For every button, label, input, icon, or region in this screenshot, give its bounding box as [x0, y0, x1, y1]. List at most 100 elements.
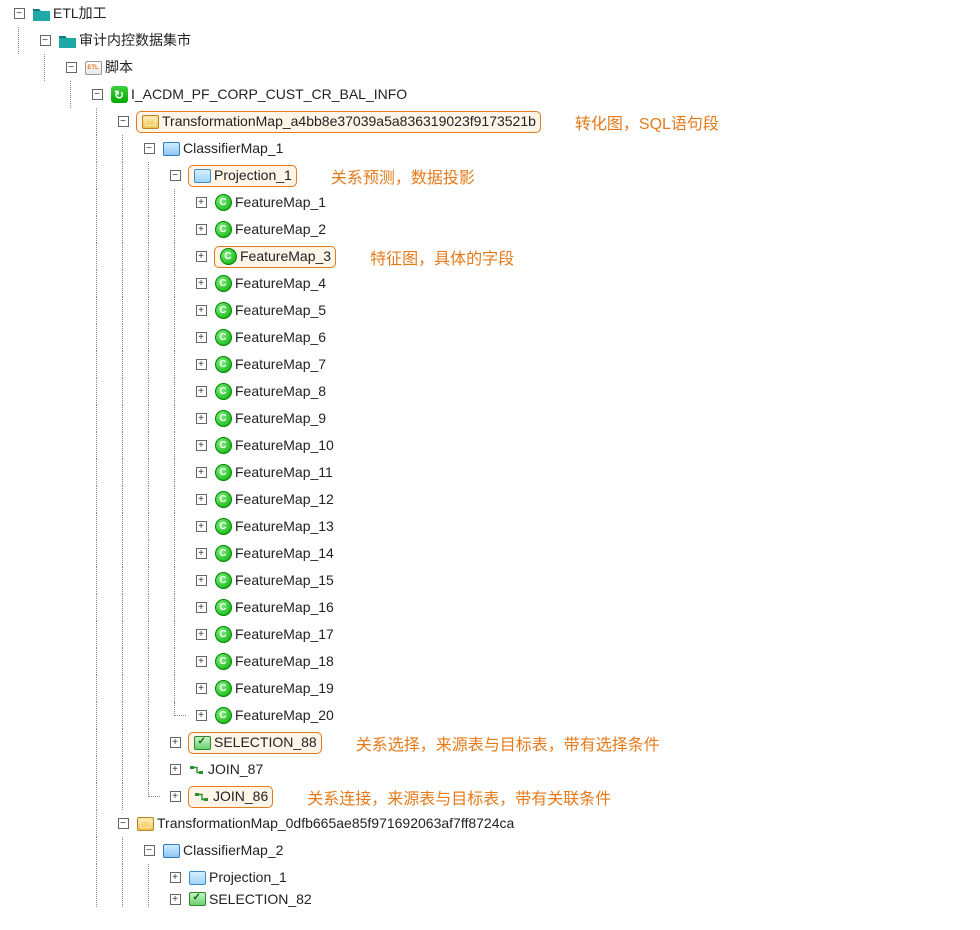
node-label: FeatureMap_2	[235, 216, 326, 243]
expand-toggle[interactable]: +	[188, 189, 214, 216]
collapse-toggle[interactable]: −	[136, 837, 162, 864]
projection-icon	[193, 167, 211, 185]
expand-toggle[interactable]: +	[188, 378, 214, 405]
expand-toggle[interactable]: +	[188, 243, 214, 270]
tree-node-sel82[interactable]: + SELECTION_82	[6, 891, 980, 907]
collapse-toggle[interactable]: −	[110, 108, 136, 135]
folder-icon	[32, 5, 50, 23]
tree-node-cm2[interactable]: − ClassifierMap_2	[6, 837, 980, 864]
annotation-text: 特征图，具体的字段	[370, 245, 514, 269]
expand-toggle[interactable]: +	[188, 567, 214, 594]
tree-node-featuremap[interactable]: +CFeatureMap_11	[6, 459, 980, 486]
expand-toggle[interactable]: +	[162, 783, 188, 810]
annotation-text: 关系连接，来源表与目标表，带有关联条件	[307, 785, 611, 809]
tree-node-featuremap[interactable]: +CFeatureMap_9	[6, 405, 980, 432]
join-icon	[193, 790, 210, 804]
tree-node-featuremap[interactable]: +CFeatureMap_15	[6, 567, 980, 594]
node-label: TransformationMap_a4bb8e37039a5a83631902…	[162, 108, 536, 135]
expand-toggle[interactable]: +	[162, 891, 188, 907]
tree-node-featuremap[interactable]: +CFeatureMap_19	[6, 675, 980, 702]
node-label: FeatureMap_9	[235, 405, 326, 432]
feature-map-icon: C	[214, 383, 232, 401]
tree-node-l3[interactable]: − I_ACDM_PF_CORP_CUST_CR_BAL_INFO	[6, 81, 980, 108]
node-label: Projection_1	[214, 162, 292, 189]
tree-node-root[interactable]: − ETL加工	[6, 0, 980, 27]
tree-node-featuremap[interactable]: +CFeatureMap_5	[6, 297, 980, 324]
feature-map-icon: C	[214, 599, 232, 617]
node-label: SELECTION_88	[214, 729, 317, 756]
expand-toggle[interactable]: +	[188, 351, 214, 378]
annotation-text: 转化图，SQL语句段	[575, 110, 719, 134]
node-label: FeatureMap_16	[235, 594, 334, 621]
collapse-toggle[interactable]: −	[162, 162, 188, 189]
tree-node-featuremap[interactable]: +CFeatureMap_6	[6, 324, 980, 351]
tree-node-featuremap[interactable]: +CFeatureMap_20	[6, 702, 980, 729]
node-label: FeatureMap_12	[235, 486, 334, 513]
collapse-toggle[interactable]: −	[32, 27, 58, 54]
tree-node-join87[interactable]: + JOIN_87	[6, 756, 980, 783]
tree-node-l2[interactable]: − ETL 脚本	[6, 54, 980, 81]
tree-node-featuremap[interactable]: +CFeatureMap_8	[6, 378, 980, 405]
highlighted-node: TransformationMap_a4bb8e37039a5a83631902…	[136, 111, 541, 133]
feature-map-icon: C	[214, 491, 232, 509]
node-label: TransformationMap_0dfb665ae85f971692063a…	[157, 810, 514, 837]
tree-node-featuremap[interactable]: +CFeatureMap_13	[6, 513, 980, 540]
tree-node-tm2[interactable]: − TransformationMap_0dfb665ae85f97169206…	[6, 810, 980, 837]
node-label: FeatureMap_19	[235, 675, 334, 702]
projection-icon	[188, 869, 206, 887]
expand-toggle[interactable]: +	[162, 756, 188, 783]
tree-node-pj1[interactable]: − Projection_1 关系预测，数据投影	[6, 162, 980, 189]
tree-node-tm1[interactable]: − TransformationMap_a4bb8e37039a5a836319…	[6, 108, 980, 135]
tree-node-featuremap[interactable]: +CFeatureMap_14	[6, 540, 980, 567]
expand-toggle[interactable]: +	[188, 648, 214, 675]
collapse-toggle[interactable]: −	[6, 0, 32, 27]
expand-toggle[interactable]: +	[188, 540, 214, 567]
tree-node-featuremap[interactable]: +CFeatureMap_18	[6, 648, 980, 675]
tree-node-cm1[interactable]: − ClassifierMap_1	[6, 135, 980, 162]
expand-toggle[interactable]: +	[188, 702, 214, 729]
expand-toggle[interactable]: +	[188, 459, 214, 486]
tree-node-featuremap[interactable]: +CFeatureMap_10	[6, 432, 980, 459]
expand-toggle[interactable]: +	[162, 729, 188, 756]
feature-map-icon: C	[214, 680, 232, 698]
feature-map-icon: C	[214, 626, 232, 644]
tree-node-featuremap[interactable]: +CFeatureMap_2	[6, 216, 980, 243]
expand-toggle[interactable]: +	[188, 270, 214, 297]
tree-node-featuremap[interactable]: +CFeatureMap_3 特征图，具体的字段	[6, 243, 980, 270]
expand-toggle[interactable]: +	[188, 675, 214, 702]
folder-icon	[58, 32, 76, 50]
collapse-toggle[interactable]: −	[110, 810, 136, 837]
tree-node-featuremap[interactable]: +CFeatureMap_7	[6, 351, 980, 378]
expand-toggle[interactable]: +	[188, 486, 214, 513]
tree-node-l1[interactable]: − 审计内控数据集市	[6, 27, 980, 54]
collapse-toggle[interactable]: −	[84, 81, 110, 108]
expand-toggle[interactable]: +	[188, 432, 214, 459]
expand-toggle[interactable]: +	[188, 216, 214, 243]
tree-node-join86[interactable]: + JOIN_86 关系连接，来源表与目标表，带有关联条件	[6, 783, 980, 810]
expand-toggle[interactable]: +	[162, 864, 188, 891]
tree-node-pj2[interactable]: + Projection_1	[6, 864, 980, 891]
feature-map-icon: C	[214, 437, 232, 455]
node-label: Projection_1	[209, 864, 287, 891]
tree-node-featuremap[interactable]: +CFeatureMap_1	[6, 189, 980, 216]
expand-toggle[interactable]: +	[188, 297, 214, 324]
expand-toggle[interactable]: +	[188, 405, 214, 432]
tree-node-featuremap[interactable]: +CFeatureMap_16	[6, 594, 980, 621]
feature-map-icon: C	[214, 302, 232, 320]
tree-node-featuremap[interactable]: +CFeatureMap_4	[6, 270, 980, 297]
expand-toggle[interactable]: +	[188, 621, 214, 648]
feature-map-icon: C	[214, 464, 232, 482]
highlighted-node: CFeatureMap_3	[214, 246, 336, 268]
node-label: FeatureMap_10	[235, 432, 334, 459]
expand-toggle[interactable]: +	[188, 324, 214, 351]
tree-node-sel88[interactable]: + SELECTION_88 关系选择，来源表与目标表，带有选择条件	[6, 729, 980, 756]
collapse-toggle[interactable]: −	[58, 54, 84, 81]
node-label: FeatureMap_18	[235, 648, 334, 675]
expand-toggle[interactable]: +	[188, 594, 214, 621]
tree-node-featuremap[interactable]: +CFeatureMap_17	[6, 621, 980, 648]
collapse-toggle[interactable]: −	[136, 135, 162, 162]
feature-map-icon: C	[214, 410, 232, 428]
expand-toggle[interactable]: +	[188, 513, 214, 540]
tree-node-featuremap[interactable]: +CFeatureMap_12	[6, 486, 980, 513]
annotation-text: 关系选择，来源表与目标表，带有选择条件	[356, 731, 660, 755]
